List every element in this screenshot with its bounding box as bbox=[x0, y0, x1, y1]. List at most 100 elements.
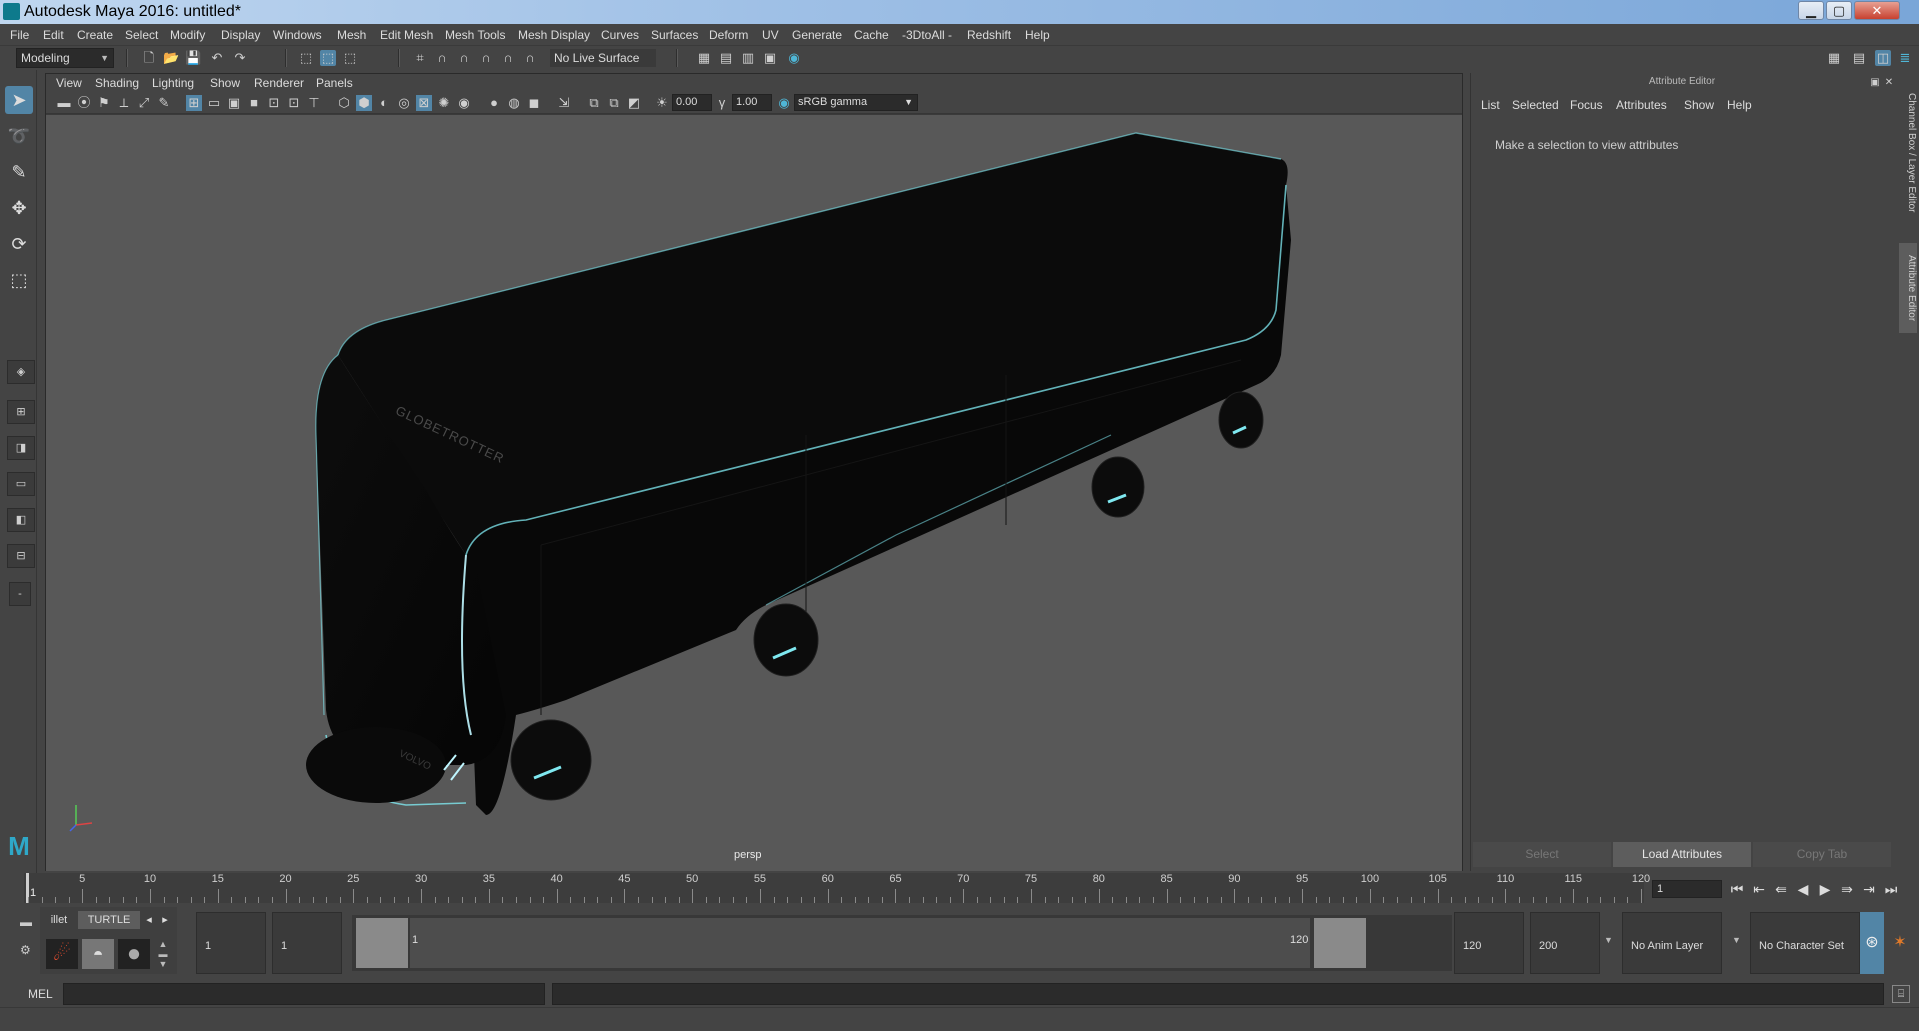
new-scene-icon[interactable]: 🗋 bbox=[141, 50, 157, 66]
menu-uv[interactable]: UV bbox=[762, 28, 779, 42]
outliner-persp-layout-icon[interactable]: ⊟ bbox=[7, 544, 35, 568]
shelf-settings-icon[interactable]: ⚙ bbox=[20, 943, 34, 957]
layout-options-icon[interactable]: - bbox=[9, 582, 31, 606]
hypershade-icon[interactable]: ◉ bbox=[786, 50, 802, 66]
3d-scene[interactable]: GLOBETROTTER VOLVO persp bbox=[46, 115, 1462, 871]
menu-cache[interactable]: Cache bbox=[854, 28, 889, 42]
current-frame-field[interactable]: 1 bbox=[1652, 880, 1722, 898]
image-plane-icon[interactable]: ⟂ bbox=[116, 95, 132, 111]
ae-menu-attributes[interactable]: Attributes bbox=[1616, 98, 1667, 112]
menu-mesh[interactable]: Mesh bbox=[337, 28, 366, 42]
grid-toggle-icon[interactable]: ⊞ bbox=[186, 95, 202, 111]
load-attributes-button[interactable]: Load Attributes bbox=[1613, 842, 1751, 867]
menu-select[interactable]: Select bbox=[125, 28, 158, 42]
playback-end-field[interactable]: 120 bbox=[1454, 912, 1524, 974]
rotate-tool-icon[interactable]: ⟳ bbox=[5, 230, 33, 258]
character-set-dropdown[interactable]: No Character Set bbox=[1750, 912, 1860, 974]
menu-help[interactable]: Help bbox=[1025, 28, 1050, 42]
shelf-menu-icon[interactable]: ▲ ▬ ▼ bbox=[156, 939, 170, 969]
go-to-start-icon[interactable]: ⏮ bbox=[1728, 879, 1746, 899]
safe-title-icon[interactable]: ⊤ bbox=[306, 95, 322, 111]
menu-redshift[interactable]: Redshift bbox=[967, 28, 1011, 42]
step-forward-frame-icon[interactable]: ⇥ bbox=[1860, 879, 1878, 899]
render-view-icon[interactable]: ▤ bbox=[718, 50, 734, 66]
command-input[interactable] bbox=[63, 983, 545, 1005]
menu-edit[interactable]: Edit bbox=[43, 28, 64, 42]
smooth-shade-icon[interactable]: ⬢ bbox=[356, 95, 372, 111]
end-time-field[interactable]: 200 bbox=[1530, 912, 1600, 974]
range-end-handle[interactable] bbox=[1314, 918, 1366, 968]
gamma-field[interactable]: 1.00 bbox=[732, 94, 772, 111]
snap-view-plane-icon[interactable]: ∩ bbox=[478, 50, 494, 66]
scale-tool-icon[interactable]: ⬚ bbox=[5, 266, 33, 294]
viewport-menu-view[interactable]: View bbox=[56, 76, 82, 90]
ae-menu-list[interactable]: List bbox=[1481, 98, 1500, 112]
ae-menu-selected[interactable]: Selected bbox=[1512, 98, 1559, 112]
menu-mesh-tools[interactable]: Mesh Tools bbox=[445, 28, 505, 42]
lasso-tool-icon[interactable]: ➰ bbox=[5, 122, 33, 150]
screen-space-ao-icon[interactable]: ● bbox=[486, 95, 502, 111]
default-material-icon[interactable]: ◐ bbox=[376, 95, 392, 111]
select-component-icon[interactable]: ⬚ bbox=[342, 50, 358, 66]
chevron-down-icon[interactable]: ▼ bbox=[1604, 935, 1613, 945]
color-space-dropdown[interactable]: sRGB gamma ▼ bbox=[794, 94, 918, 111]
select-button[interactable]: Select bbox=[1473, 842, 1611, 867]
maximize-button[interactable]: ▢ bbox=[1826, 1, 1852, 20]
single-pane-layout-icon[interactable]: ◈ bbox=[7, 360, 35, 384]
command-language-label[interactable]: MEL bbox=[28, 987, 53, 1001]
open-scene-icon[interactable]: 📂 bbox=[163, 50, 179, 66]
menu-deform[interactable]: Deform bbox=[709, 28, 748, 42]
close-button[interactable]: ✕ bbox=[1854, 1, 1900, 20]
shelf-tab-turtle[interactable]: TURTLE bbox=[78, 911, 140, 929]
backface-icon[interactable]: ◩ bbox=[626, 95, 642, 111]
camera-select-icon[interactable]: ▬ bbox=[56, 95, 72, 111]
viewport-menu-show[interactable]: Show bbox=[210, 76, 240, 90]
step-forward-key-icon[interactable]: ⇛ bbox=[1838, 879, 1856, 899]
xray-icon[interactable]: ⊠ bbox=[416, 95, 432, 111]
snap-curve-icon[interactable]: ∩ bbox=[434, 50, 450, 66]
wireframe-icon[interactable]: ⬡ bbox=[336, 95, 352, 111]
render-settings-icon[interactable]: ▦ bbox=[696, 50, 712, 66]
gate-mask-icon[interactable]: ■ bbox=[246, 95, 262, 111]
channel-box-toggle-icon[interactable]: ◫ bbox=[1875, 50, 1891, 66]
gamma-icon[interactable]: γ bbox=[714, 95, 730, 111]
move-tool-icon[interactable]: ✥ bbox=[5, 194, 33, 222]
turtle-render-icon[interactable]: ☄ bbox=[46, 939, 78, 969]
playback-range-track[interactable]: 1 120 bbox=[352, 915, 1452, 971]
viewport-menu-renderer[interactable]: Renderer bbox=[254, 76, 304, 90]
menu-modify[interactable]: Modify bbox=[170, 28, 205, 42]
ipr-render-icon[interactable]: ▣ bbox=[762, 50, 778, 66]
channel-box-tab[interactable]: Channel Box / Layer Editor bbox=[1899, 83, 1917, 223]
ae-menu-focus[interactable]: Focus bbox=[1570, 98, 1603, 112]
layer-editor-toggle-icon[interactable]: ≣ bbox=[1897, 50, 1913, 66]
menu-edit-mesh[interactable]: Edit Mesh bbox=[380, 28, 433, 42]
shelf-collapse-icon[interactable]: ▬ bbox=[20, 915, 34, 929]
live-surface-field[interactable]: No Live Surface bbox=[550, 49, 656, 67]
resolution-gate-icon[interactable]: ▣ bbox=[226, 95, 242, 111]
render-frame-icon[interactable]: ▥ bbox=[740, 50, 756, 66]
viewport-menu-panels[interactable]: Panels bbox=[316, 76, 353, 90]
shelf-scroll-right-icon[interactable]: ▸ bbox=[158, 911, 172, 929]
undo-icon[interactable]: ↶ bbox=[209, 50, 225, 66]
four-pane-layout-icon[interactable]: ⊞ bbox=[7, 400, 35, 424]
redo-icon[interactable]: ↷ bbox=[232, 50, 248, 66]
chevron-down-icon[interactable]: ▼ bbox=[1732, 935, 1741, 945]
save-scene-icon[interactable]: 💾 bbox=[185, 50, 201, 66]
turtle-bake-icon[interactable]: ◓ bbox=[82, 939, 114, 969]
script-editor-icon[interactable]: ⌸ bbox=[1892, 985, 1910, 1003]
persp-outliner-layout-icon[interactable]: ◧ bbox=[7, 508, 35, 532]
ae-menu-help[interactable]: Help bbox=[1727, 98, 1752, 112]
select-hierarchy-icon[interactable]: ⬚ bbox=[298, 50, 314, 66]
shelf-tab-fillet[interactable]: illet bbox=[42, 911, 76, 929]
viewport-menu-shading[interactable]: Shading bbox=[95, 76, 139, 90]
playback-start-field[interactable]: 1 bbox=[272, 912, 342, 974]
2d-pan-zoom-icon[interactable]: ⤢ bbox=[136, 95, 152, 111]
copy-tab-button[interactable]: Copy Tab bbox=[1753, 842, 1891, 867]
menu-file[interactable]: File bbox=[10, 28, 29, 42]
range-bar[interactable] bbox=[410, 918, 1310, 968]
snap-grid-icon[interactable]: ⌗ bbox=[412, 50, 428, 66]
attribute-editor-tab[interactable]: Attribute Editor bbox=[1899, 243, 1917, 333]
step-back-frame-icon[interactable]: ⇤ bbox=[1750, 879, 1768, 899]
xray-joints-icon[interactable]: ⧉ bbox=[586, 95, 602, 111]
film-gate-icon[interactable]: ▭ bbox=[206, 95, 222, 111]
